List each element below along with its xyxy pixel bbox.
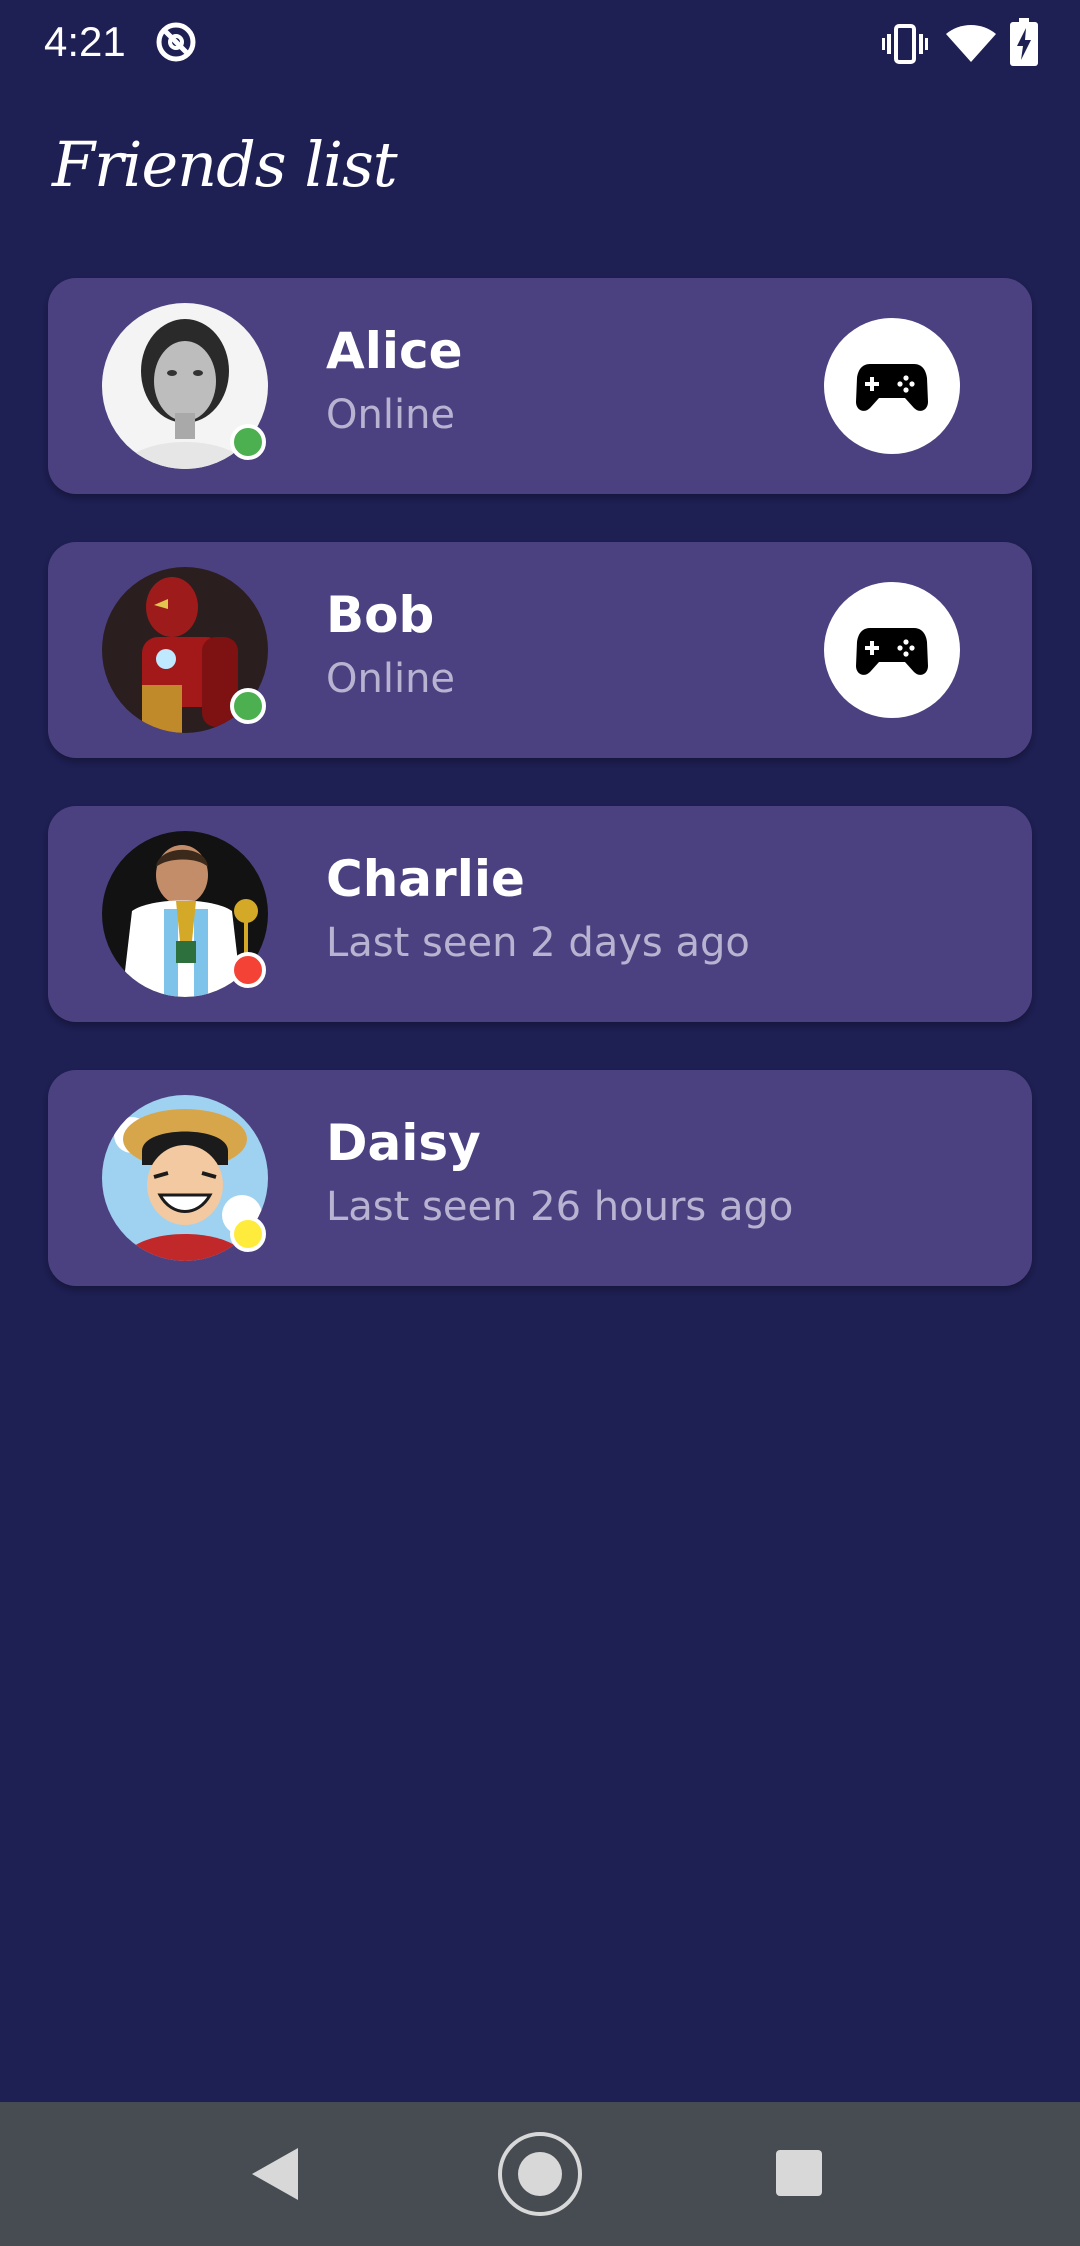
status-online-dot (230, 688, 266, 724)
friend-name: Daisy (326, 1114, 481, 1172)
gamepad-icon (856, 628, 928, 675)
page-title: Friends list (52, 128, 398, 201)
back-icon[interactable] (252, 2148, 298, 2200)
friend-status: Online (326, 656, 456, 702)
gamepad-icon (856, 364, 928, 411)
friend-card-daisy[interactable]: Daisy Last seen 26 hours ago (48, 1070, 1032, 1286)
friend-card-bob[interactable]: Bob Online (48, 542, 1032, 758)
friend-list: Alice Online Bob Online Charlie Last see… (48, 278, 1032, 1334)
status-time: 4:21 (44, 18, 126, 65)
status-away-dot (230, 1216, 266, 1252)
friend-status: Last seen 26 hours ago (326, 1184, 794, 1230)
friend-name: Charlie (326, 850, 525, 908)
status-bar: 4:21 (0, 0, 1080, 90)
wifi-icon (946, 25, 996, 62)
friend-name: Bob (326, 586, 435, 644)
status-offline-dot (230, 952, 266, 988)
friend-card-charlie[interactable]: Charlie Last seen 2 days ago (48, 806, 1032, 1022)
home-icon[interactable] (496, 2130, 584, 2218)
vibrate-icon (882, 24, 928, 64)
friend-status: Online (326, 392, 456, 438)
friend-name: Alice (326, 322, 463, 380)
play-game-button[interactable] (824, 582, 960, 718)
status-online-dot (230, 424, 266, 460)
battery-charging-icon (1010, 18, 1038, 66)
friend-card-alice[interactable]: Alice Online (48, 278, 1032, 494)
do-not-disturb-icon (156, 22, 196, 62)
navigation-bar (0, 2102, 1080, 2246)
recent-apps-icon[interactable] (776, 2150, 822, 2196)
play-game-button[interactable] (824, 318, 960, 454)
friend-status: Last seen 2 days ago (326, 920, 750, 966)
